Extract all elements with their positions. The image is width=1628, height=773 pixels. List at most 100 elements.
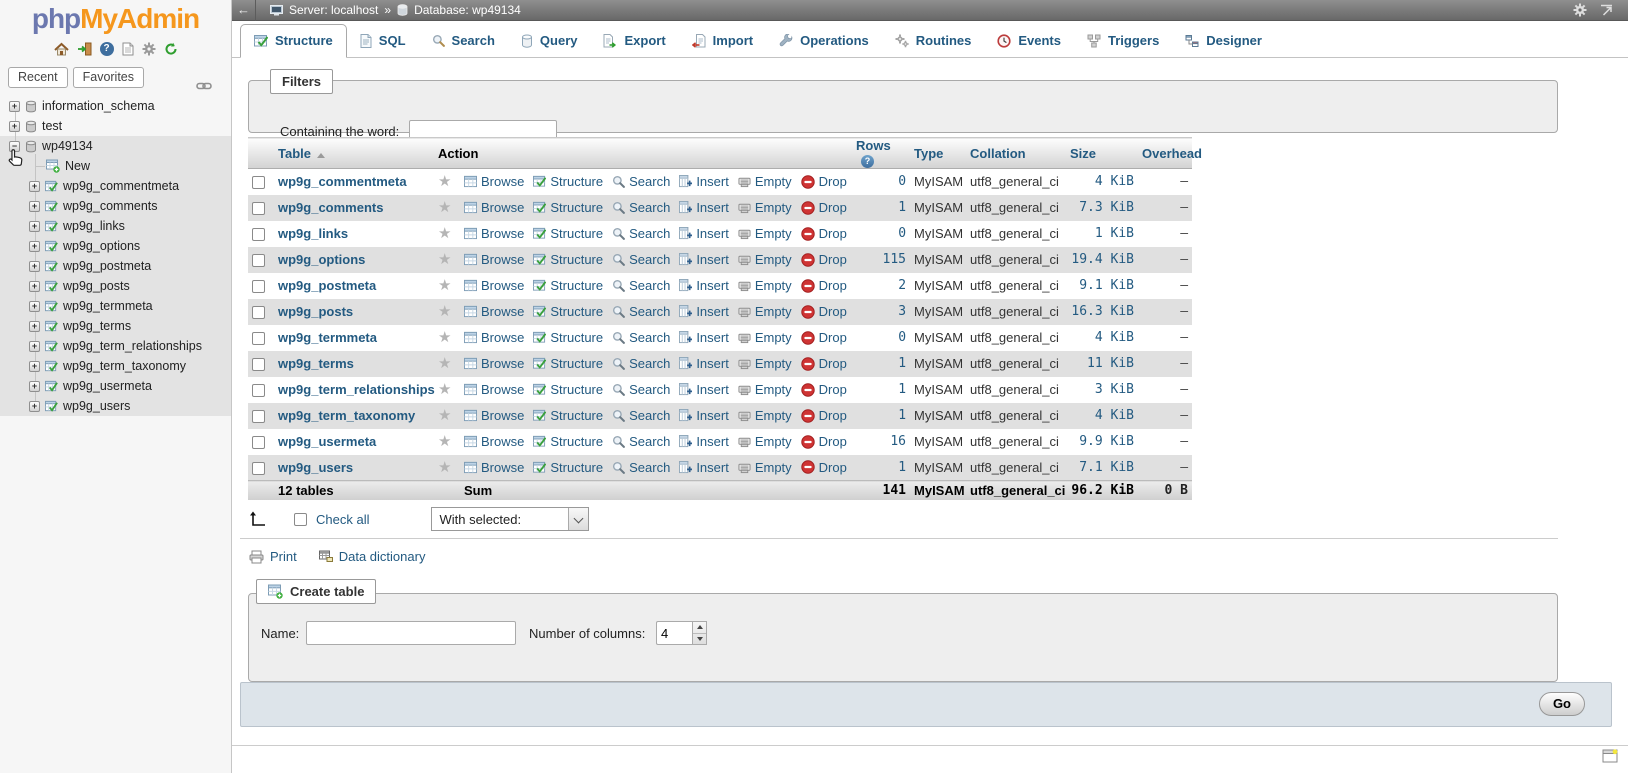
sidebar-table-item[interactable]: wp9g_options — [0, 236, 231, 256]
favorite-star-icon[interactable]: ★ — [438, 251, 451, 268]
home-icon[interactable] — [54, 42, 69, 56]
search-link[interactable]: Search — [612, 226, 670, 241]
empty-link[interactable]: Empty — [738, 382, 792, 397]
sidebar-table-item[interactable]: wp9g_posts — [0, 276, 231, 296]
drop-link[interactable]: Drop — [801, 434, 847, 449]
sidebar-database-item[interactable]: test — [0, 116, 231, 136]
breadcrumb-database-link[interactable]: Database: wp49134 — [414, 3, 521, 17]
drop-link[interactable]: Drop — [801, 174, 847, 189]
table-name[interactable]: wp9g_options — [63, 239, 140, 253]
search-link[interactable]: Search — [612, 330, 670, 345]
logout-icon[interactable] — [77, 42, 92, 56]
expand-icon[interactable] — [29, 201, 40, 212]
drop-link[interactable]: Drop — [801, 356, 847, 371]
header-table[interactable]: Table — [274, 138, 434, 169]
row-checkbox[interactable] — [252, 306, 265, 319]
tab-structure[interactable]: Structure — [240, 24, 347, 58]
structure-link[interactable]: Structure — [533, 278, 603, 293]
sidebar-table-item[interactable]: wp9g_users — [0, 396, 231, 416]
expand-icon[interactable] — [9, 121, 20, 132]
favorite-star-icon[interactable]: ★ — [438, 173, 451, 190]
favorite-star-icon[interactable]: ★ — [438, 329, 451, 346]
docs-icon[interactable] — [122, 42, 134, 56]
empty-link[interactable]: Empty — [738, 226, 792, 241]
table-name-link[interactable]: wp9g_terms — [278, 356, 354, 371]
insert-link[interactable]: Insert — [679, 434, 729, 449]
sidebar-table-item[interactable]: wp9g_termmeta — [0, 296, 231, 316]
browse-link[interactable]: Browse — [464, 174, 524, 189]
tab-import[interactable]: Import — [679, 25, 766, 57]
new-table-label[interactable]: New — [65, 159, 90, 173]
database-name[interactable]: test — [42, 119, 62, 133]
table-name-link[interactable]: wp9g_term_taxonomy — [278, 408, 415, 423]
refresh-icon[interactable] — [164, 42, 178, 56]
empty-link[interactable]: Empty — [738, 200, 792, 215]
data-dictionary-link[interactable]: Data dictionary — [339, 549, 426, 564]
structure-link[interactable]: Structure — [533, 200, 603, 215]
row-checkbox[interactable] — [252, 202, 265, 215]
row-checkbox[interactable] — [252, 358, 265, 371]
empty-link[interactable]: Empty — [738, 174, 792, 189]
favorite-star-icon[interactable]: ★ — [438, 407, 451, 424]
structure-link[interactable]: Structure — [533, 460, 603, 475]
tab-routines[interactable]: Routines — [882, 25, 985, 57]
empty-link[interactable]: Empty — [738, 278, 792, 293]
browse-link[interactable]: Browse — [464, 304, 524, 319]
browse-link[interactable]: Browse — [464, 460, 524, 475]
tab-operations[interactable]: Operations — [766, 25, 882, 57]
console-window-icon[interactable] — [1602, 748, 1619, 763]
empty-link[interactable]: Empty — [738, 304, 792, 319]
browse-link[interactable]: Browse — [464, 252, 524, 267]
structure-link[interactable]: Structure — [533, 252, 603, 267]
check-all-checkbox[interactable] — [294, 513, 307, 526]
expand-icon[interactable] — [29, 361, 40, 372]
drop-link[interactable]: Drop — [801, 278, 847, 293]
tab-triggers[interactable]: Triggers — [1074, 25, 1172, 57]
rows-help-icon[interactable]: ? — [861, 155, 874, 168]
sidebar-new-table-item[interactable]: New — [0, 156, 231, 176]
search-link[interactable]: Search — [612, 200, 670, 215]
go-button[interactable]: Go — [1539, 692, 1585, 716]
spinner-up-icon[interactable] — [693, 622, 706, 634]
structure-link[interactable]: Structure — [533, 408, 603, 423]
table-name[interactable]: wp9g_comments — [63, 199, 158, 213]
search-link[interactable]: Search — [612, 434, 670, 449]
sidebar-table-item[interactable]: wp9g_term_relationships — [0, 336, 231, 356]
insert-link[interactable]: Insert — [679, 356, 729, 371]
insert-link[interactable]: Insert — [679, 408, 729, 423]
tab-sql[interactable]: SQL — [347, 25, 419, 57]
browse-link[interactable]: Browse — [464, 382, 524, 397]
sidebar-table-item[interactable]: wp9g_links — [0, 216, 231, 236]
columns-count-input[interactable] — [656, 621, 692, 645]
search-link[interactable]: Search — [612, 356, 670, 371]
search-link[interactable]: Search — [612, 174, 670, 189]
table-name[interactable]: wp9g_commentmeta — [63, 179, 179, 193]
with-selected-select[interactable]: With selected: — [431, 507, 589, 531]
search-link[interactable]: Search — [612, 460, 670, 475]
database-name[interactable]: wp49134 — [42, 139, 93, 153]
empty-link[interactable]: Empty — [738, 252, 792, 267]
table-name-link[interactable]: wp9g_commentmeta — [278, 174, 407, 189]
help-icon[interactable]: ? — [100, 42, 114, 56]
empty-link[interactable]: Empty — [738, 330, 792, 345]
row-checkbox[interactable] — [252, 436, 265, 449]
drop-link[interactable]: Drop — [801, 304, 847, 319]
search-link[interactable]: Search — [612, 252, 670, 267]
structure-link[interactable]: Structure — [533, 226, 603, 241]
search-link[interactable]: Search — [612, 408, 670, 423]
table-name-link[interactable]: wp9g_postmeta — [278, 278, 376, 293]
header-collation[interactable]: Collation — [966, 138, 1066, 169]
sidebar-database-item-selected[interactable]: wp49134 — [0, 136, 231, 156]
table-name[interactable]: wp9g_users — [63, 399, 130, 413]
table-name-input[interactable] — [306, 621, 516, 645]
structure-link[interactable]: Structure — [533, 356, 603, 371]
recent-button[interactable]: Recent — [8, 67, 68, 88]
table-name-link[interactable]: wp9g_options — [278, 252, 365, 267]
table-name[interactable]: wp9g_term_relationships — [63, 339, 202, 353]
database-name[interactable]: information_schema — [42, 99, 155, 113]
favorite-star-icon[interactable]: ★ — [438, 433, 451, 450]
row-checkbox[interactable] — [252, 410, 265, 423]
table-name-link[interactable]: wp9g_posts — [278, 304, 353, 319]
table-name-link[interactable]: wp9g_links — [278, 226, 348, 241]
table-name-link[interactable]: wp9g_termmeta — [278, 330, 377, 345]
